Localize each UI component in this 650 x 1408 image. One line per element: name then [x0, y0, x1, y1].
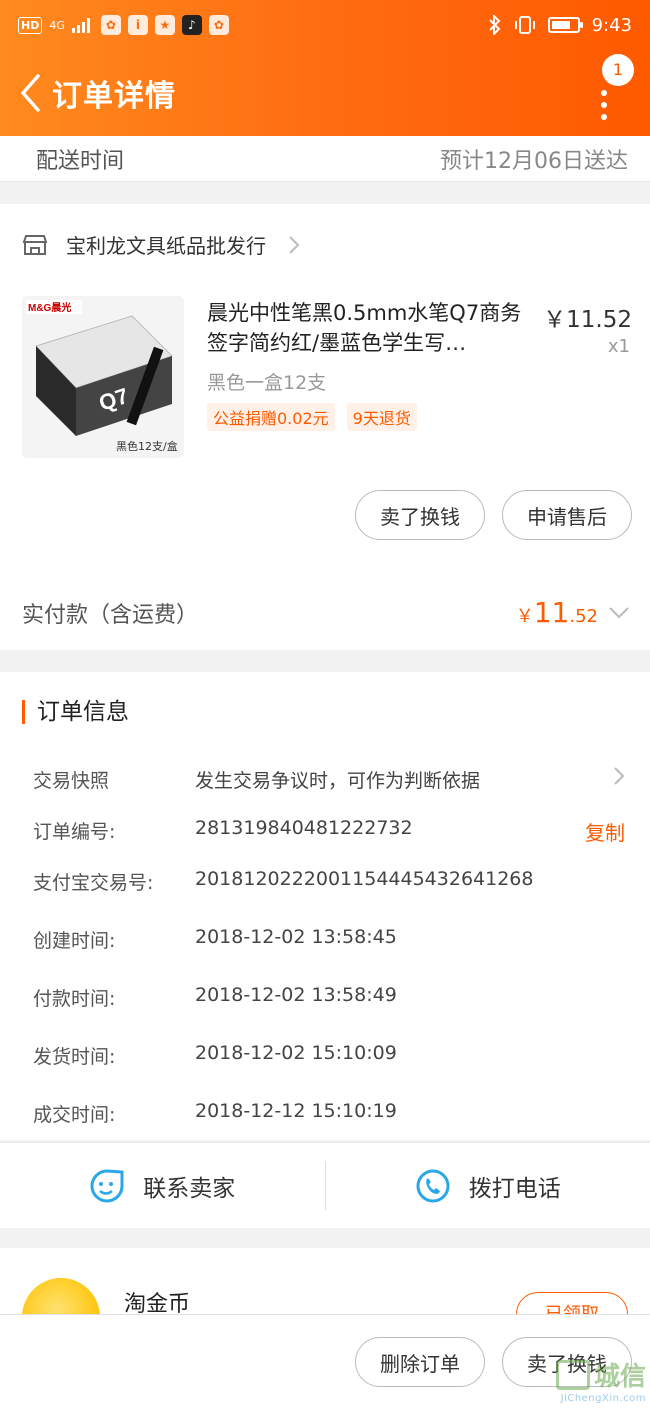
- completed-time-row: 成交时间: 2018-12-12 15:10:19: [33, 1100, 633, 1127]
- return-tag: 9天退货: [346, 403, 417, 431]
- watermark: 城信 JiChengXin.com: [555, 1356, 646, 1404]
- amount-integer: 11: [533, 596, 570, 629]
- tiktok-icon: ♪: [181, 15, 202, 35]
- shipped-time-row: 发货时间: 2018-12-02 15:10:09: [33, 1042, 633, 1069]
- status-time: 9:43: [591, 14, 632, 36]
- chevron-right-icon: [289, 235, 300, 254]
- signal-label: 4G: [49, 18, 65, 32]
- info-label: 成交时间:: [33, 1104, 116, 1126]
- charity-tag: 公益捐赠0.02元: [207, 403, 335, 431]
- info-app-icon: i: [127, 15, 148, 35]
- product-tags: 公益捐赠0.02元 9天退货: [207, 403, 417, 431]
- alipay-number-row: 支付宝交易号: 2018120222001154445432641268: [33, 868, 633, 895]
- info-label: 支付宝交易号:: [33, 872, 154, 894]
- info-label: 创建时间:: [33, 930, 116, 952]
- info-label: 订单编号:: [33, 821, 116, 843]
- alipay-number: 2018120222001154445432641268: [195, 868, 534, 890]
- navbar: 订单详情: [0, 50, 650, 136]
- snapshot-row[interactable]: 交易快照 发生交易争议时，可作为判断依据: [33, 766, 633, 793]
- product-image[interactable]: Q7 M&G晨光 黑色12支/盒: [22, 296, 184, 458]
- vibrate-icon: [514, 16, 535, 34]
- payment-row[interactable]: 实付款（含运费） ￥11.52: [22, 596, 630, 629]
- chat-face-icon: [90, 1168, 124, 1202]
- product-price: ￥11.52: [543, 307, 632, 333]
- info-value: 发生交易争议时，可作为判断依据: [195, 770, 481, 792]
- bluetooth-icon: [488, 15, 500, 35]
- back-icon[interactable]: [10, 68, 50, 118]
- amount-decimal: .52: [569, 606, 598, 627]
- call-label: 拨打电话: [468, 1175, 561, 1202]
- notification-badge: 1: [602, 54, 634, 86]
- info-value: 2018-12-02 13:58:49: [195, 984, 397, 1006]
- status-bar: HD 4G ✿ i ★ ♪ ✿ 9:43: [0, 0, 650, 50]
- watermark-text: 城信: [593, 1362, 646, 1392]
- sell-button[interactable]: 卖了换钱: [355, 490, 485, 540]
- product-sku: 黑色一盒12支: [207, 372, 327, 394]
- store-icon: [22, 234, 48, 255]
- info-label: 交易快照: [33, 770, 110, 792]
- watermark-logo-icon: [555, 1359, 590, 1390]
- paid-time-row: 付款时间: 2018-12-02 13:58:49: [33, 984, 633, 1011]
- signal-icon: [71, 18, 90, 33]
- delivery-label: 配送时间: [36, 148, 125, 174]
- shop-card: 宝利龙文具纸品批发行 Q7 M&G晨光 黑色12支/盒 晨光中性笔黑0.5mm水…: [0, 204, 650, 650]
- info-label: 付款时间:: [33, 988, 116, 1010]
- shop-link[interactable]: 宝利龙文具纸品批发行: [22, 230, 300, 259]
- contact-bar: 联系卖家 拨打电话: [0, 1142, 650, 1228]
- chevron-down-icon[interactable]: [608, 606, 630, 620]
- currency-symbol: ￥: [515, 606, 534, 627]
- battery-icon: [547, 17, 583, 33]
- shop-name: 宝利龙文具纸品批发行: [66, 234, 266, 258]
- call-button[interactable]: 拨打电话: [326, 1143, 650, 1228]
- delivery-row: 配送时间 预计12月06日送达: [0, 136, 650, 182]
- paw-icon: ✿: [100, 15, 121, 35]
- delete-order-button[interactable]: 删除订单: [355, 1337, 485, 1387]
- product-title[interactable]: 晨光中性笔黑0.5mm水笔Q7商务签字简约红/墨蓝色学生写…: [207, 298, 527, 358]
- bottom-action-bar: 删除订单 卖了换钱: [0, 1314, 650, 1408]
- created-time-row: 创建时间: 2018-12-02 13:58:45: [33, 926, 633, 953]
- info-value: 2018-12-02 13:58:45: [195, 926, 397, 948]
- page-title: 订单详情: [52, 79, 176, 114]
- phone-icon: [416, 1169, 450, 1202]
- order-info-title: 订单信息: [22, 700, 129, 724]
- payment-amount: ￥11.52: [516, 596, 598, 629]
- hd-badge: HD: [18, 16, 43, 34]
- after-sale-button[interactable]: 申请售后: [502, 490, 632, 540]
- contact-seller-label: 联系卖家: [143, 1175, 236, 1202]
- delivery-estimate: 预计12月06日送达: [440, 148, 628, 174]
- order-number-row: 订单编号: 281319840481222732 复制: [33, 817, 633, 846]
- info-value: 2018-12-12 15:10:19: [195, 1100, 397, 1122]
- payment-label: 实付款（含运费）: [22, 602, 199, 628]
- chevron-right-icon: [614, 767, 625, 785]
- paw-icon: ✿: [208, 15, 229, 35]
- contact-seller-button[interactable]: 联系卖家: [0, 1143, 325, 1228]
- order-number: 281319840481222732: [195, 817, 413, 839]
- info-label: 发货时间:: [33, 1046, 116, 1068]
- star-icon: ★: [154, 15, 175, 35]
- copy-button[interactable]: 复制: [585, 817, 625, 846]
- order-info-card: 订单信息 交易快照 发生交易争议时，可作为判断依据 订单编号: 28131984…: [0, 672, 650, 1140]
- image-caption: 黑色12支/盒: [116, 439, 178, 453]
- top-bar: HD 4G ✿ i ★ ♪ ✿ 9:43 订单详情 1: [0, 0, 650, 136]
- watermark-url: JiChengXin.com: [560, 1393, 646, 1404]
- product-quantity: x1: [607, 336, 630, 357]
- brand-logo: M&G晨光: [28, 301, 71, 314]
- info-value: 2018-12-02 15:10:09: [195, 1042, 397, 1064]
